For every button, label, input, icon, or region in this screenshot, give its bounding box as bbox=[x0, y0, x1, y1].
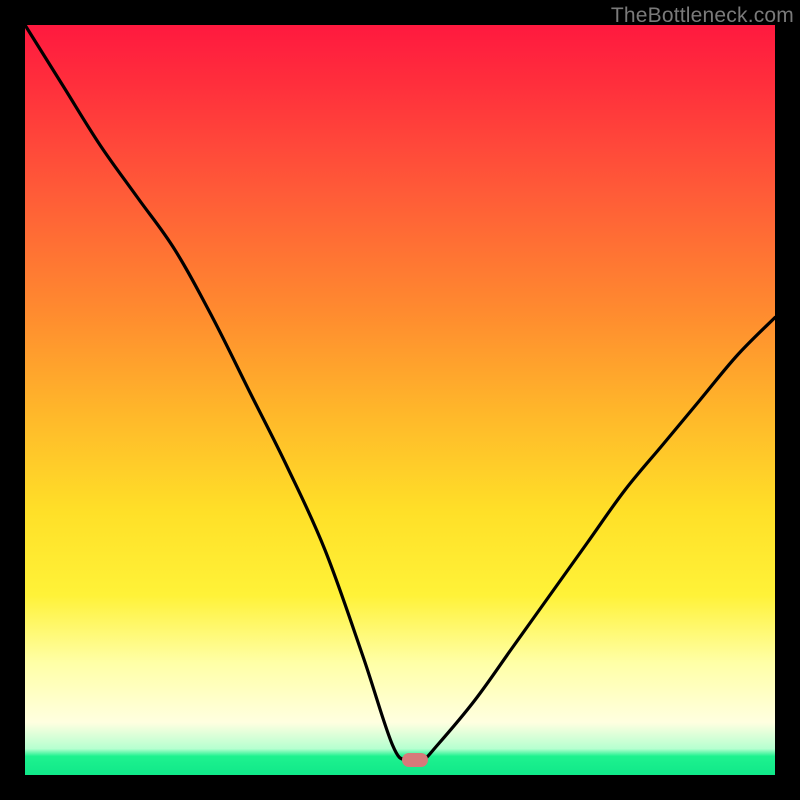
minimum-marker bbox=[402, 753, 428, 767]
chart-frame: TheBottleneck.com bbox=[0, 0, 800, 800]
curve-path bbox=[25, 25, 775, 762]
watermark-text: TheBottleneck.com bbox=[611, 4, 794, 28]
bottleneck-curve bbox=[25, 25, 775, 775]
plot-area bbox=[25, 25, 775, 775]
